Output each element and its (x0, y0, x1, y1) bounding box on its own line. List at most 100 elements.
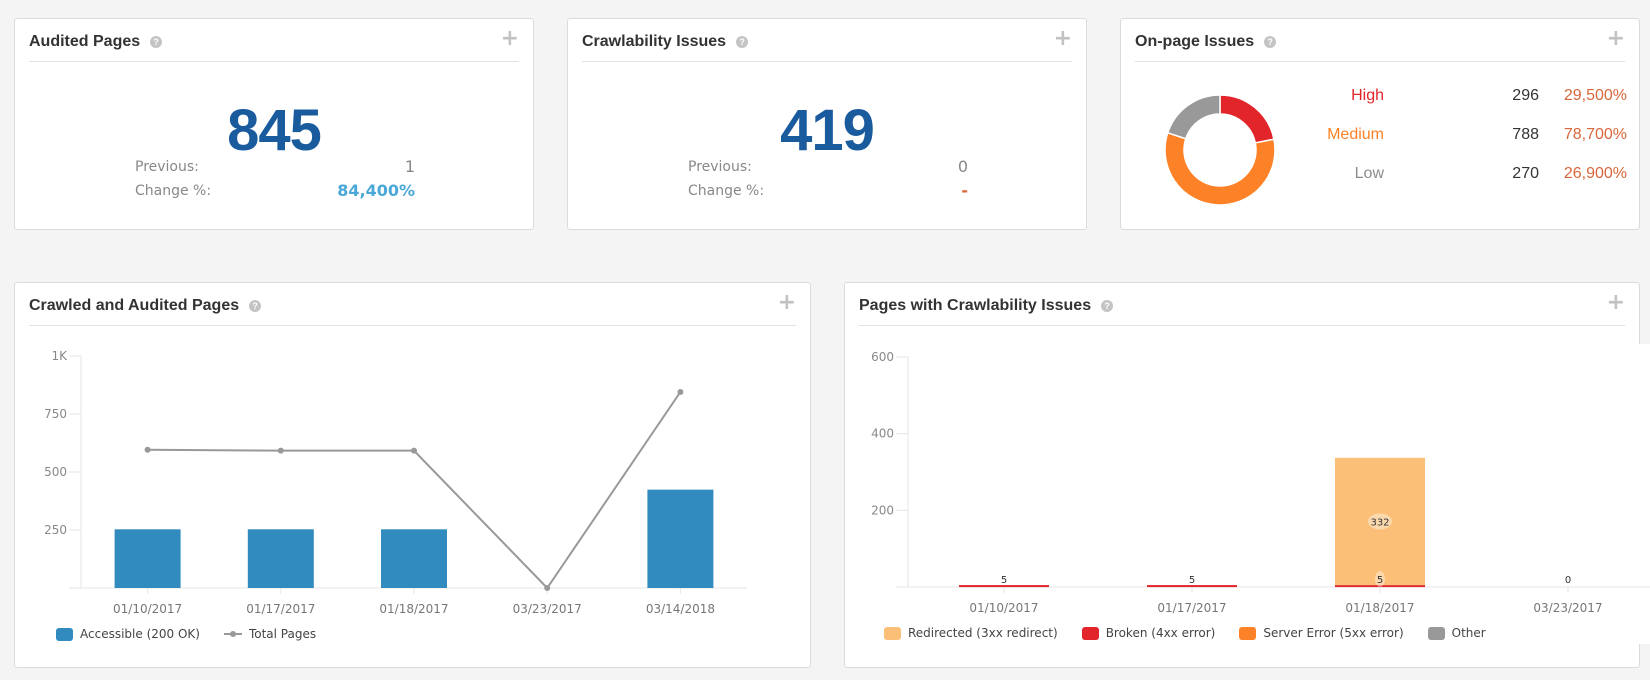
point-total-pages (277, 447, 284, 454)
plus-icon[interactable]: + (1054, 28, 1072, 50)
legend-swatch (223, 631, 242, 637)
help-icon[interactable]: ? (736, 36, 749, 48)
crawlability-pages-chart: 200 400 600 01/10/2017 01/17/2017 01/18/2017 0… (871, 350, 1650, 615)
donut-slice-medium (1164, 131, 1276, 206)
previous-row: Previous: 0 (688, 157, 968, 179)
legend-swatch (884, 626, 901, 640)
change-label: Change %: (688, 183, 765, 199)
card-header: Crawlability Issues? + (582, 19, 1072, 62)
bar-accessible (247, 529, 314, 588)
legend-item-total-pages[interactable]: Total Pages (223, 627, 317, 641)
previous-value: 1 (404, 157, 415, 176)
card-title: On-page Issues? (1135, 33, 1277, 51)
severity-count: 788 (1512, 126, 1539, 143)
audited-pages-card: Audited Pages? + 845 Previous: 1 Change … (14, 18, 534, 230)
card-header: Pages with Crawlability Issues? + (859, 283, 1625, 326)
y-tick-label: 1K (51, 349, 68, 363)
bar-accessible (647, 489, 714, 588)
legend-swatch (1427, 626, 1445, 640)
change-label: Change %: (135, 183, 212, 199)
y-tick-label: 400 (871, 427, 894, 441)
point-total-pages (411, 447, 417, 454)
card-title: Audited Pages? (29, 33, 163, 51)
data-label: 332 (1370, 517, 1389, 528)
data-label: 5 (1377, 575, 1383, 586)
legend-item-broken-4xx-error[interactable]: Broken (4xx error) (1081, 626, 1216, 640)
crawlability-issues-value: 419 (780, 98, 875, 163)
severity-percent: 26,900% (1563, 165, 1627, 182)
card-title: Crawlability Issues? (582, 33, 749, 51)
y-tick-label: 600 (871, 350, 894, 364)
severity-count: 296 (1512, 87, 1539, 104)
data-label: 5 (1189, 575, 1195, 586)
plus-icon[interactable]: + (1607, 28, 1625, 50)
help-icon[interactable]: ? (1101, 300, 1114, 312)
severity-percent: 29,500% (1563, 87, 1627, 104)
legend-swatch (1081, 626, 1099, 640)
x-tick-label: 01/10/2017 (113, 602, 182, 616)
x-tick-label: 01/18/2017 (1345, 601, 1414, 615)
legend-label: Total Pages (248, 627, 317, 641)
change-value: - (961, 181, 968, 200)
previous-label: Previous: (688, 159, 752, 175)
point-total-pages (677, 388, 684, 395)
x-tick-label: 01/18/2017 (379, 602, 448, 616)
legend-label: Redirected (3xx redirect) (908, 626, 1058, 640)
x-tick-label: 03/14/2018 (646, 602, 715, 616)
x-tick-label: 01/17/2017 (1157, 601, 1226, 615)
legend-item-other[interactable]: Other (1427, 626, 1486, 640)
audited-pages-value: 845 (227, 98, 322, 163)
audited-pages-title: Audited Pages (29, 33, 141, 50)
legend-label: Other (1451, 626, 1486, 640)
legend-label: Server Error (5xx error) (1263, 626, 1404, 640)
onpage-issues-card: On-page Issues? + High 296 29,500% Medium 78… (1120, 18, 1640, 230)
change-value: 84,400% (337, 181, 415, 200)
y-tick-label: 500 (44, 465, 67, 479)
x-tick-label: 01/10/2017 (969, 601, 1038, 615)
help-icon[interactable]: ? (150, 36, 163, 48)
legend-swatch (1239, 626, 1257, 640)
onpage-donut-chart (1164, 94, 1276, 206)
bar-accessible (114, 529, 181, 588)
legend-item-server-error-5xx-error[interactable]: Server Error (5xx error) (1239, 626, 1404, 640)
card-title: Pages with Crawlability Issues? (859, 297, 1114, 315)
legend-swatch (56, 627, 73, 641)
change-row: Change %: 84,400% (135, 181, 415, 203)
card-header: On-page Issues? + (1135, 19, 1625, 62)
crawlability-pages-title: Pages with Crawlability Issues (859, 297, 1092, 314)
previous-value: 0 (957, 157, 968, 176)
y-tick-label: 750 (44, 407, 67, 421)
legend-label: Broken (4xx error) (1105, 626, 1216, 640)
onpage-issues-title: On-page Issues (1135, 33, 1255, 50)
donut-slice-low (1166, 94, 1221, 140)
crawlability-issues-title: Crawlability Issues (582, 33, 727, 50)
x-tick-label: 03/23/2017 (513, 602, 582, 616)
card-header: Audited Pages? + (29, 19, 519, 62)
previous-label: Previous: (135, 159, 199, 175)
crawled-audited-card: Crawled and Audited Pages? + 250 500 750 1K… (14, 282, 811, 668)
chart-legend: Redirected (3xx redirect) Broken (4xx err… (884, 626, 1486, 640)
y-tick-label: 250 (44, 523, 67, 537)
change-row: Change %: - (688, 181, 968, 203)
previous-row: Previous: 1 (135, 157, 415, 179)
severity-count: 270 (1512, 165, 1539, 182)
help-icon[interactable]: ? (1264, 36, 1277, 48)
crawled-audited-chart: 250 500 750 1K 01/10/2017 01/17/2017 01/18/201… (44, 349, 747, 616)
y-tick-label: 200 (871, 503, 894, 517)
x-tick-label: 01/17/2017 (246, 602, 315, 616)
legend-item-redirected-3xx-redirect[interactable]: Redirected (3xx redirect) (884, 626, 1058, 640)
severity-label-high: High (1351, 87, 1384, 104)
point-total-pages (544, 585, 551, 591)
chart-legend: Accessible (200 OK) Total Pages (56, 627, 316, 641)
donut-slice-high (1219, 94, 1275, 144)
bar-accessible (381, 529, 447, 588)
severity-label-medium: Medium (1327, 126, 1384, 143)
plus-icon[interactable]: + (1607, 292, 1625, 314)
plus-icon[interactable]: + (501, 28, 519, 50)
crawlability-issues-card: Crawlability Issues? + 419 Previous: 0 C… (567, 18, 1087, 230)
point-total-pages (144, 446, 151, 453)
x-tick-label: 03/23/2017 (1533, 601, 1602, 615)
data-label: 5 (1001, 575, 1007, 586)
legend-item-accessible-200-ok[interactable]: Accessible (200 OK) (56, 627, 200, 641)
data-label: 0 (1565, 575, 1571, 586)
